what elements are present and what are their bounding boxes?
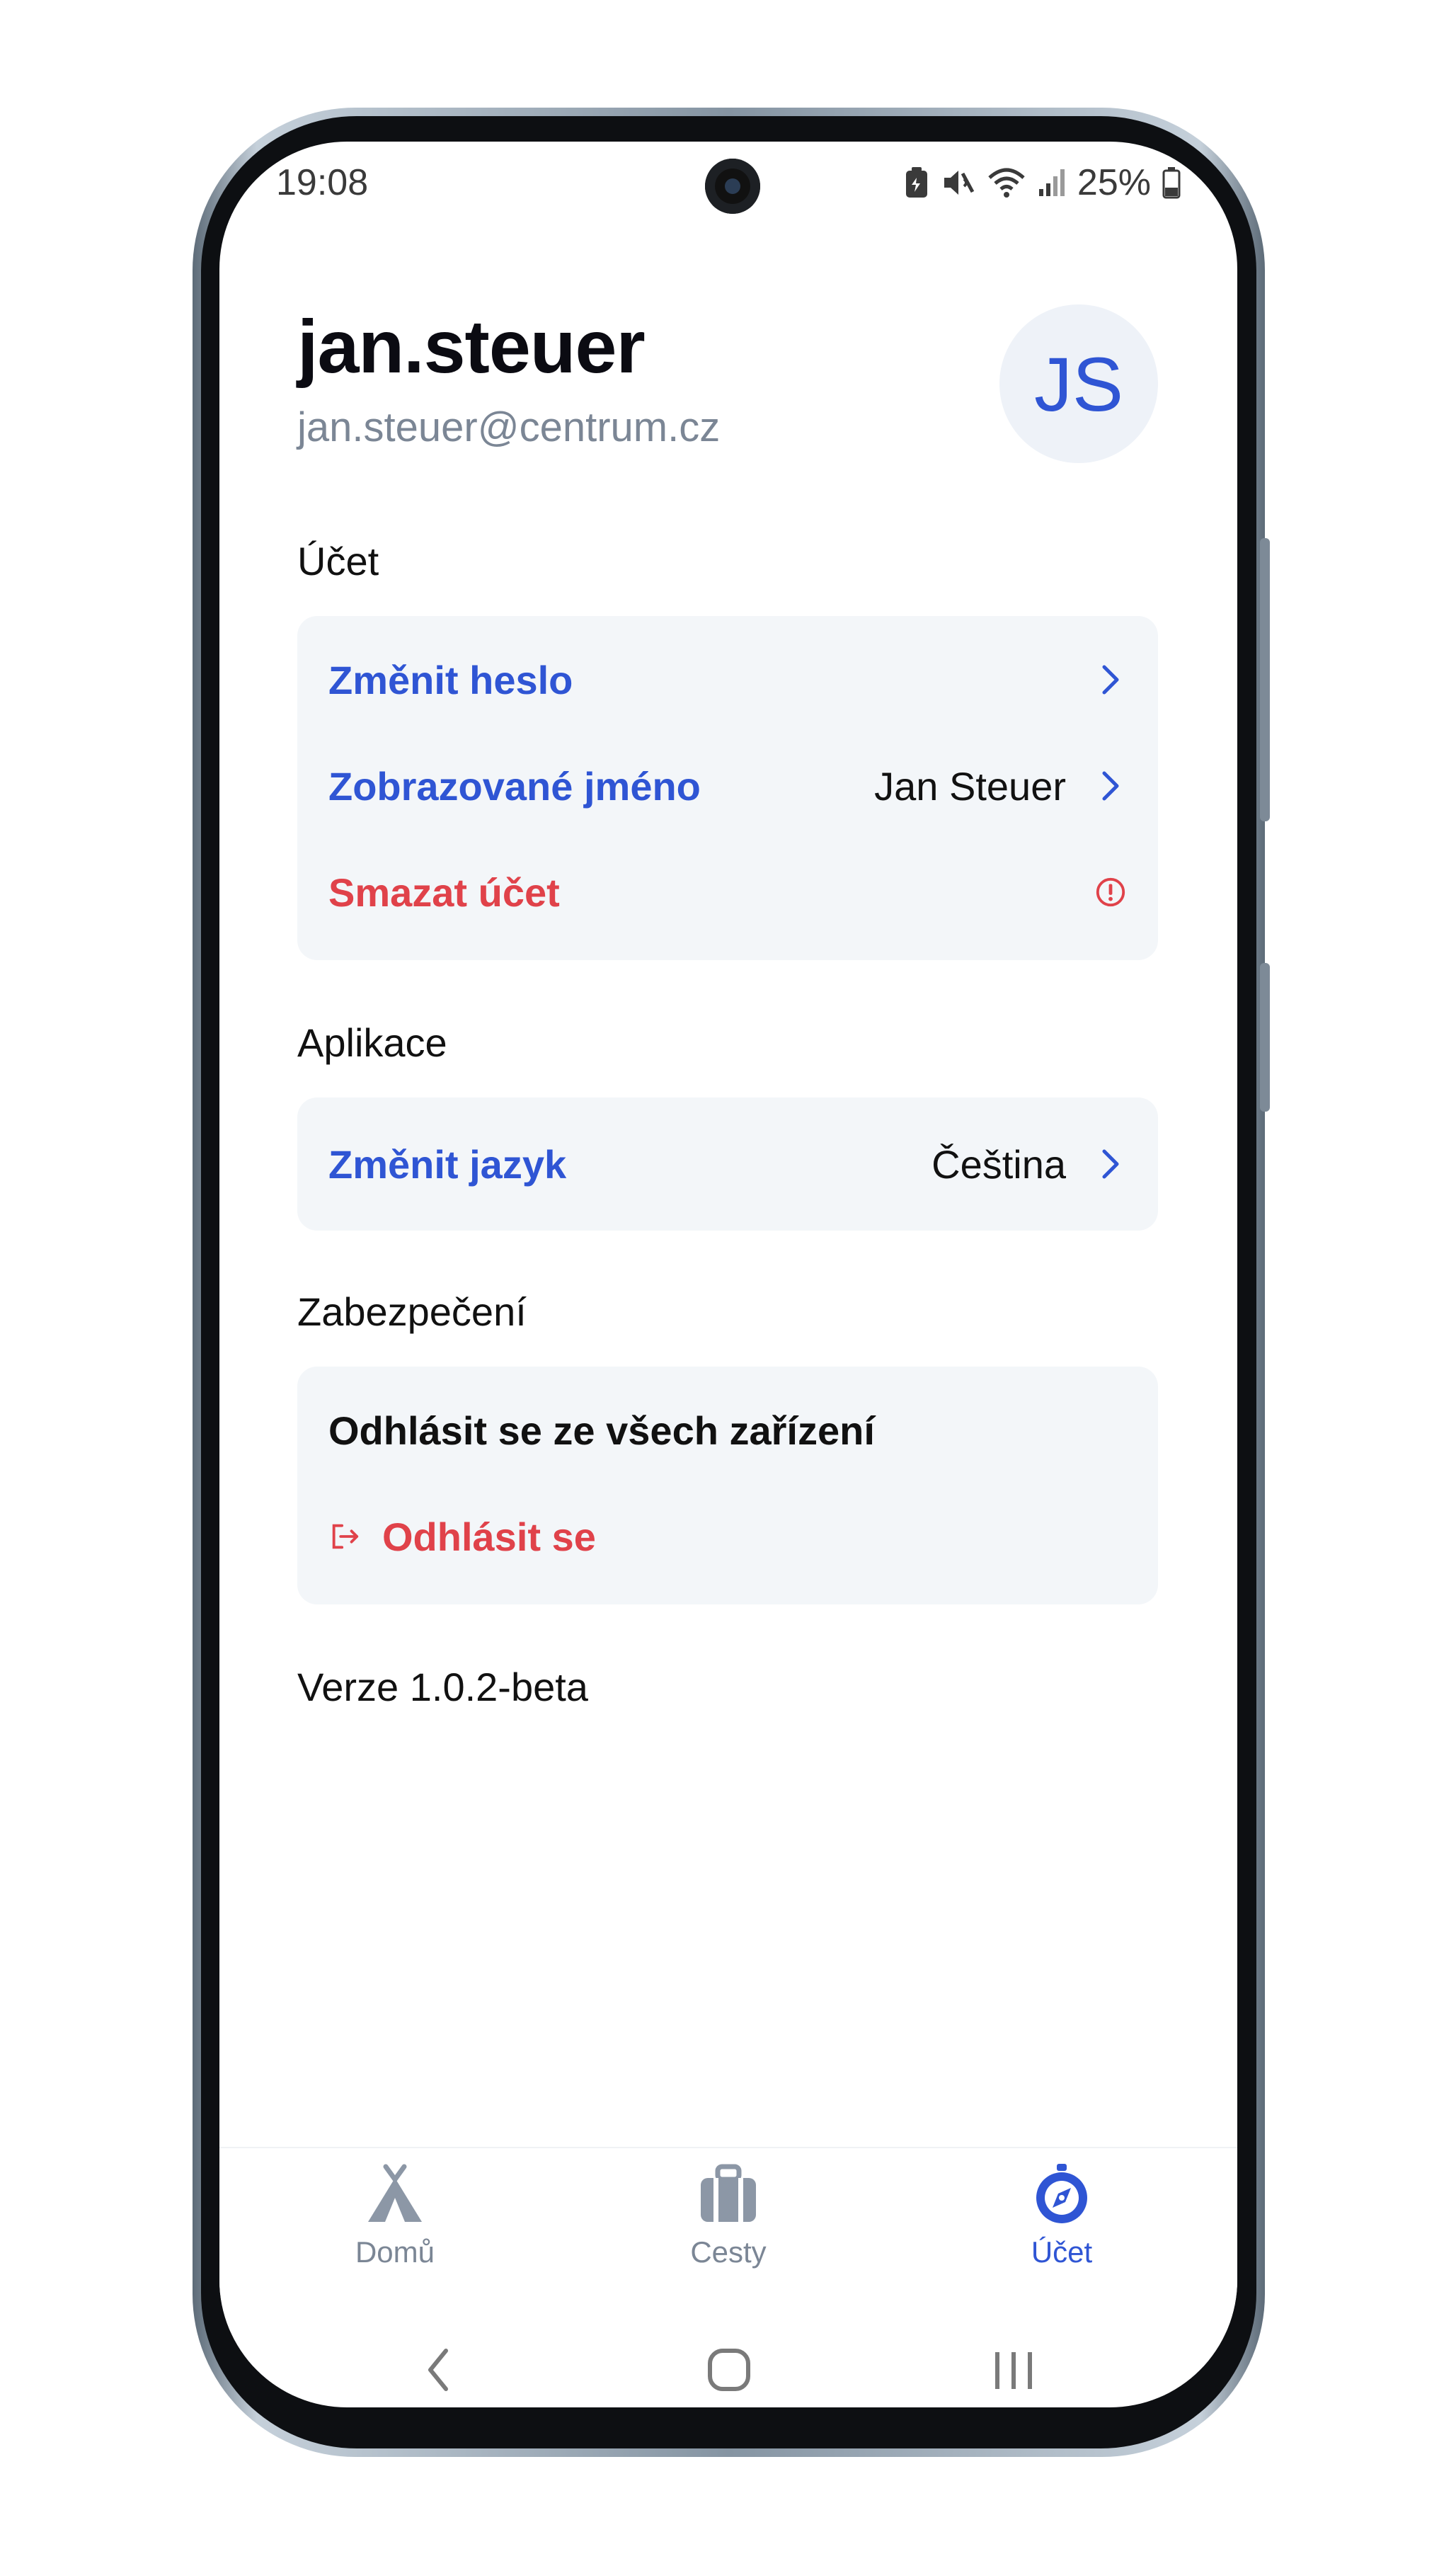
username: jan.steuer [297,305,646,389]
power-button [1260,963,1270,1112]
volume-button [1260,538,1270,821]
screen: 19:08 25% jan.steuer jan.steuer@centrum.… [219,142,1237,2407]
chevron-right-icon [1094,1148,1127,1180]
account-card: Změnit heslo Zobrazované jméno Jan Steue… [297,616,1158,960]
section-title-application: Aplikace [297,1020,447,1065]
home-icon[interactable] [706,2345,752,2398]
nav-label-home: Domů [355,2235,435,2269]
battery-percent: 25% [1077,162,1151,203]
display-name-row[interactable]: Zobrazované jméno Jan Steuer [328,751,1127,821]
recent-apps-icon[interactable] [991,2345,1036,2398]
luggage-icon [697,2164,760,2228]
delete-account-label: Smazat účet [328,869,560,915]
language-value: Čeština [932,1141,1066,1187]
warning-circle-icon [1094,876,1127,908]
section-title-account: Účet [297,539,379,583]
app-version: Verze 1.0.2-beta [297,1665,588,1709]
nav-item-account[interactable]: Účet [970,2164,1154,2269]
change-language-label: Změnit jazyk [328,1141,567,1187]
change-language-row[interactable]: Změnit jazyk Čeština [328,1129,1127,1199]
chevron-right-icon [1094,663,1127,696]
section-title-security: Zabezpečení [297,1289,527,1334]
nav-label-trips: Cesty [690,2235,767,2269]
tent-icon [363,2164,427,2228]
front-camera [705,159,760,214]
chevron-right-icon [1094,770,1127,802]
security-card: Odhlásit se ze všech zařízení Odhlásit s… [297,1367,1158,1604]
logout-label: Odhlásit se [382,1514,596,1559]
change-password-row[interactable]: Změnit heslo [328,644,1127,715]
user-email: jan.steuer@centrum.cz [297,404,721,450]
change-password-label: Změnit heslo [328,657,573,702]
display-name-label: Zobrazované jméno [328,763,701,809]
nav-label-account: Účet [1031,2235,1093,2269]
wifi-icon [987,166,1026,199]
logout-icon [328,1520,361,1553]
nav-item-trips[interactable]: Cesty [636,2164,820,2269]
status-time: 19:08 [276,162,369,203]
application-card: Změnit jazyk Čeština [297,1097,1158,1231]
nav-item-home[interactable]: Domů [303,2164,487,2269]
logout-row[interactable]: Odhlásit se [328,1501,1127,1572]
back-icon[interactable] [425,2345,453,2398]
delete-account-row[interactable]: Smazat účet [328,857,1127,928]
signal-icon [1038,166,1066,199]
status-icons: 25% [903,161,1181,204]
logout-all-label: Odhlásit se ze všech zařízení [328,1408,875,1453]
display-name-value: Jan Steuer [874,763,1066,809]
compass-icon [1030,2164,1094,2228]
logout-all-row[interactable]: Odhlásit se ze všech zařízení [328,1395,1127,1466]
bottom-nav: Domů Cesty Účet [219,2147,1237,2332]
system-navigation-bar [219,2331,1237,2407]
battery-icon [1162,166,1181,199]
mute-icon [941,166,975,199]
battery-saver-icon [903,166,930,199]
avatar[interactable]: JS [999,304,1158,463]
